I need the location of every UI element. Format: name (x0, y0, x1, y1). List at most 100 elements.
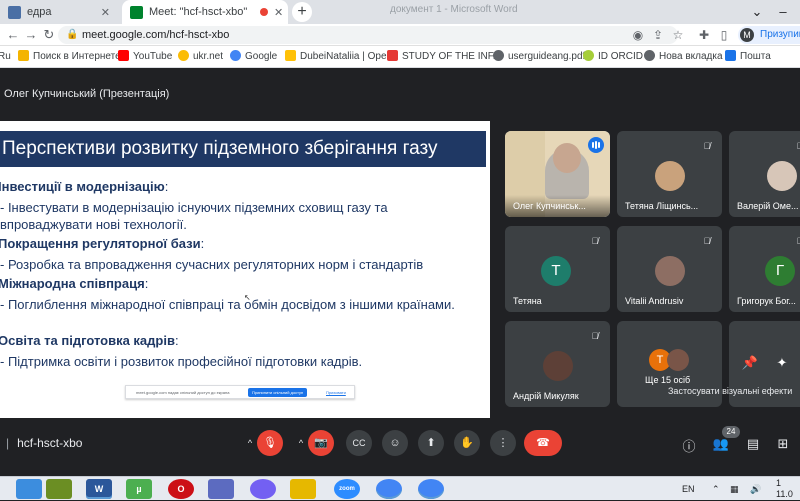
mic-off-icon: 🎙̸ (796, 236, 800, 246)
presenter-title: Олег Купчинський (Презентація) (4, 88, 170, 100)
profile-avatar: M (740, 28, 754, 42)
tab-inactive[interactable]: едра ✕ (0, 0, 118, 24)
tab-title: едра (27, 6, 52, 18)
share-banner-text: meet.google.com надає спільний доступ до… (136, 390, 230, 395)
bookmark-favicon-icon (285, 50, 296, 61)
present-button[interactable]: ⬆ (418, 430, 444, 456)
slide-heading: Освіта та підготовка кадрів: (0, 333, 179, 348)
visual-effects-button[interactable]: ✦ (769, 350, 795, 376)
captions-button[interactable]: CC (346, 430, 372, 456)
bookmark-item[interactable]: STUDY OF THE INF... (387, 46, 501, 68)
mail-icon (725, 50, 736, 61)
camera-indicator-icon[interactable]: ◉ (630, 27, 646, 43)
leave-call-button[interactable]: ☎ (524, 430, 562, 456)
more-options-button[interactable]: ⋮ (490, 430, 516, 456)
slide-bullet: - Підтримка освіти і розвиток професійно… (0, 354, 363, 369)
youtube-icon (118, 50, 129, 61)
tray-chevron-icon[interactable]: ⌃ (712, 477, 720, 501)
bookmark-item[interactable]: ukr.net (178, 46, 223, 68)
url-text: meet.google.com/hcf-hsct-xbo (82, 29, 230, 41)
taskbar-app-icon[interactable] (16, 479, 42, 499)
tab-active-meet[interactable]: Meet: "hcf-hsct-xbo" ✕ (122, 0, 288, 24)
share-icon[interactable]: ⇪ (650, 27, 666, 43)
people-icon[interactable]: 👥 (712, 436, 730, 452)
participant-tile[interactable]: Олег Купчинськ... (505, 131, 610, 217)
mic-options-caret[interactable]: ^ (243, 430, 257, 456)
globe-icon (644, 50, 655, 61)
taskbar-app-icon[interactable] (46, 479, 72, 499)
bookmark-favicon-icon (387, 50, 398, 61)
clock[interactable]: 1 11.0 (776, 478, 793, 500)
viber-icon[interactable] (250, 479, 276, 499)
participant-tile[interactable]: 🎙̸ Г Григорук Бог... (729, 226, 800, 312)
camera-toggle-button[interactable]: 📷 (308, 430, 334, 456)
url-input[interactable]: 🔒 meet.google.com/hcf-hsct-xbo (58, 26, 678, 44)
forward-icon[interactable]: → (22, 26, 40, 44)
sidepanel-icon[interactable]: ▯ (716, 27, 732, 43)
opera-icon[interactable]: O (168, 479, 194, 499)
bookmark-item[interactable]: Поиск в Интернете (18, 46, 121, 68)
bookmark-item[interactable]: userguideang.pdf (493, 46, 585, 68)
back-icon[interactable]: ← (4, 26, 22, 44)
meeting-info-icon[interactable]: ⓘ (680, 436, 698, 455)
meet-control-bar: | hcf-hsct-xbo ^ 🎙 ^ 📷 CC ☺ ⬆ ✋ ⋮ ☎ ⓘ 24 … (0, 422, 800, 466)
chrome-icon[interactable] (376, 479, 402, 499)
participant-tile[interactable]: 🎙̸ Т Тетяна (505, 226, 610, 312)
zoom-icon[interactable]: zoom (334, 479, 360, 499)
bookmarks-bar: Ru Поиск в Интернете YouTube ukr.net Goo… (0, 46, 800, 68)
participant-name: Олег Купчинськ... (513, 201, 586, 211)
slide-title: Перспективи розвитку підземного зберіган… (0, 131, 486, 167)
bookmark-item[interactable]: ID ORCID (583, 46, 643, 68)
word-icon[interactable]: W (86, 479, 112, 499)
bookmark-star-icon[interactable]: ☆ (670, 27, 686, 43)
hide-banner-link[interactable]: Приховати (326, 390, 346, 395)
participant-name: Валерій Оме... (737, 201, 799, 211)
extensions-icon[interactable]: ✚ (696, 27, 712, 43)
camera-options-caret[interactable]: ^ (294, 430, 308, 456)
close-tab-icon[interactable]: ✕ (101, 6, 110, 19)
input-language[interactable]: EN (682, 477, 695, 501)
raise-hand-button[interactable]: ✋ (454, 430, 480, 456)
mic-toggle-button[interactable]: 🎙 (257, 430, 283, 456)
bookmark-item[interactable]: Нова вкладка (644, 46, 723, 68)
volume-icon[interactable]: 🔊 (750, 477, 761, 501)
meet-main: Олег Купчинський (Презентація) Перспекти… (0, 68, 800, 476)
meet-favicon-icon (130, 5, 143, 19)
bookmark-item[interactable]: YouTube (118, 46, 172, 68)
network-icon[interactable]: ▦ (730, 477, 739, 501)
participant-tile[interactable]: 🎙̸ Тетяна Ліщинсь... (617, 131, 722, 217)
clock-time: 1 (776, 478, 782, 488)
bookmark-item[interactable]: Ru (0, 46, 11, 68)
pin-icon[interactable]: 📌 (737, 350, 763, 376)
bookmark-item[interactable]: Пошта (725, 46, 771, 68)
new-tab-button[interactable]: + (292, 2, 312, 22)
mic-off-icon: 🎙̸ (591, 236, 599, 246)
minimize-icon[interactable]: – (770, 0, 796, 24)
utorrent-icon[interactable]: µ (126, 479, 152, 499)
profile-button[interactable]: M Призупинено (738, 26, 800, 44)
file-explorer-icon[interactable] (290, 479, 316, 499)
tab-title: Meet: "hcf-hsct-xbo" (149, 6, 248, 18)
bookmark-item[interactable]: Google (230, 46, 277, 68)
mic-off-icon: 🎙̸ (703, 236, 711, 246)
stop-sharing-button[interactable]: Припинити спільний доступ (248, 388, 308, 397)
taskbar-app-icon[interactable] (208, 479, 234, 499)
bookmark-item[interactable]: DubeiNataliia | Ope... (285, 46, 395, 68)
globe-icon (493, 50, 504, 61)
screen-share-banner: meet.google.com надає спільний доступ до… (125, 385, 355, 399)
reload-icon[interactable]: ↻ (40, 26, 58, 44)
tab-search-icon[interactable]: ⌄ (744, 0, 770, 24)
activities-icon[interactable]: ⊞ (774, 436, 792, 452)
clock-date: 11.0 (776, 489, 793, 499)
participant-avatar (667, 349, 689, 371)
participant-tile[interactable]: 🎙̸ Валерій Оме... (729, 131, 800, 217)
presentation-slide: Перспективи розвитку підземного зберіган… (0, 121, 490, 418)
chat-icon[interactable]: ▤ (744, 436, 762, 452)
participant-tile[interactable]: 🎙̸ Андрій Микуляк (505, 321, 610, 407)
participant-tile[interactable]: 🎙̸ Vitalii Andrusiv (617, 226, 722, 312)
emoji-button[interactable]: ☺ (382, 430, 408, 456)
mic-off-icon: 🎙̸ (591, 331, 599, 341)
chrome-icon[interactable] (418, 479, 444, 499)
close-tab-icon[interactable]: ✕ (274, 6, 283, 19)
bookmark-favicon-icon (18, 50, 29, 61)
